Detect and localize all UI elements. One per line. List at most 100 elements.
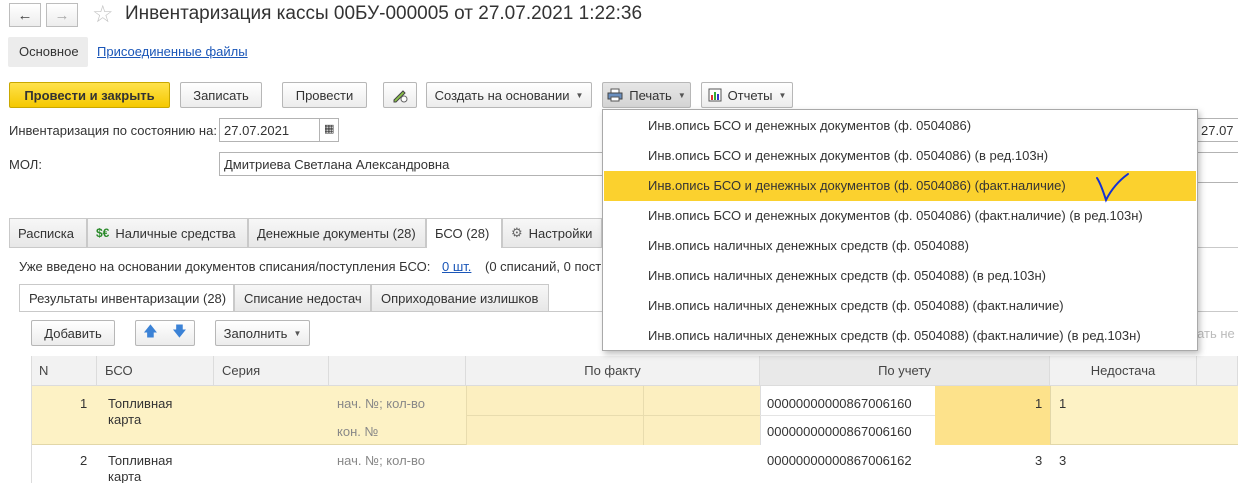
chevron-down-icon: ▼: [677, 90, 686, 100]
create-based-on-button[interactable]: Создать на основании ▼: [426, 82, 592, 108]
post-and-close-button[interactable]: Провести и закрыть: [9, 82, 170, 108]
fill-button[interactable]: Заполнить ▼: [215, 320, 310, 346]
col-empty-header: [329, 356, 466, 386]
tab-receipt-label: Расписка: [18, 225, 74, 241]
row-number: 1: [80, 396, 88, 411]
chevron-down-icon: ▼: [778, 90, 787, 100]
subtab-results[interactable]: Результаты инвентаризации (28): [19, 284, 234, 311]
tab-receipt[interactable]: Расписка: [9, 218, 87, 247]
account-qty-cell[interactable]: [935, 386, 1050, 445]
arrow-down-icon[interactable]: 🡇: [172, 321, 186, 345]
window-title: Инвентаризация кассы 00БУ-000005 от 27.0…: [125, 3, 643, 24]
back-button[interactable]: ←: [9, 3, 41, 27]
calendar-icon: ▦: [324, 123, 335, 135]
tab-money-documents[interactable]: Денежные документы (28): [248, 218, 426, 247]
printer-icon: [607, 88, 623, 102]
arrow-up-icon[interactable]: 🡅: [143, 321, 157, 345]
info-rest: (0 списаний, 0 пост: [485, 259, 602, 274]
account-start-number: 00000000000867006162: [767, 453, 912, 468]
print-menu-item[interactable]: Инв.опись БСО и денежных документов (ф. …: [604, 141, 1196, 171]
print-menu-item[interactable]: Инв.опись БСО и денежных документов (ф. …: [604, 201, 1196, 231]
tab-settings[interactable]: ⚙ Настройки: [502, 218, 602, 247]
col-shortage-header[interactable]: Недостача: [1050, 356, 1197, 386]
inventory-date-input[interactable]: 27.07.2021: [219, 118, 320, 142]
print-menu-item[interactable]: Инв.опись наличных денежных средств (ф. …: [604, 231, 1196, 261]
row-bso-line2: карта: [108, 412, 142, 427]
post-button[interactable]: Провести: [282, 82, 367, 108]
account-divider: [760, 415, 935, 416]
forward-arrow-icon: →: [54, 6, 70, 24]
table-left-border: [31, 356, 32, 483]
reports-button[interactable]: Отчеты ▼: [701, 82, 793, 108]
edit-pencil-button[interactable]: [383, 82, 417, 108]
col-n-header[interactable]: N: [31, 356, 97, 386]
subtab-shortage-label: Списание недостач: [244, 290, 362, 306]
nav-tab-main[interactable]: Основное: [8, 37, 88, 67]
nav-tab-files[interactable]: Присоединенные файлы: [97, 44, 248, 59]
forward-button[interactable]: →: [46, 3, 78, 27]
print-label: Печать: [629, 87, 672, 103]
col-account-header[interactable]: По учету: [760, 356, 1050, 386]
col-series-header[interactable]: Серия: [214, 356, 329, 386]
tab-cash[interactable]: $€ Наличные средства: [87, 218, 248, 247]
subtab-shortage[interactable]: Списание недостач: [234, 284, 371, 311]
chevron-down-icon: ▼: [293, 328, 302, 338]
add-button[interactable]: Добавить: [31, 320, 115, 346]
pencil-edit-icon: [393, 90, 408, 103]
reports-label: Отчеты: [727, 87, 773, 103]
row-bso-line2: карта: [108, 469, 142, 483]
shortage-divider: [1050, 386, 1051, 445]
cash-money-icon: $€: [96, 226, 110, 240]
right-date-input[interactable]: 27.07: [1196, 118, 1238, 142]
post-label: Провести: [295, 87, 354, 103]
create-based-on-label: Создать на основании: [434, 87, 570, 103]
move-buttons[interactable]: 🡅 🡇: [135, 320, 195, 346]
col-fact-header[interactable]: По факту: [466, 356, 760, 386]
print-menu-item[interactable]: Инв.опись БСО и денежных документов (ф. …: [604, 111, 1196, 141]
save-button[interactable]: Записать: [180, 82, 262, 108]
account-quantity: 3: [1035, 453, 1043, 468]
right-field-edge: [1196, 152, 1238, 176]
checkmark-annotation-icon: [1096, 173, 1129, 203]
post-and-close-label: Провести и закрыть: [24, 87, 155, 103]
fact-divider: [466, 415, 760, 416]
mol-label: МОЛ:: [9, 157, 42, 172]
subtab-surplus[interactable]: Оприходование излишков: [371, 284, 549, 311]
tab-settings-label: Настройки: [528, 225, 593, 241]
row-number: 2: [80, 453, 88, 468]
chevron-down-icon: ▼: [575, 90, 584, 100]
account-start-number: 00000000000867006160: [767, 396, 912, 411]
save-label: Записать: [193, 87, 249, 103]
account-quantity: 1: [1035, 396, 1043, 411]
fact-divider-v: [643, 386, 644, 445]
add-label: Добавить: [44, 325, 102, 341]
row-start-label: нач. №; кол-во: [337, 453, 425, 468]
tab-cash-label: Наличные средства: [115, 225, 236, 241]
table-row[interactable]: [31, 445, 1238, 483]
back-arrow-icon: ←: [17, 6, 33, 24]
shortage-value: 3: [1059, 453, 1067, 468]
calendar-button[interactable]: ▦: [319, 118, 339, 142]
row-start-label: нач. №; кол-во: [337, 396, 425, 411]
tab-bso[interactable]: БСО (28): [426, 218, 502, 248]
row-end-label: кон. №: [337, 424, 379, 439]
row-bso-line1: Топливная: [108, 453, 173, 468]
report-chart-icon: [708, 88, 722, 102]
print-menu-item[interactable]: Инв.опись наличных денежных средств (ф. …: [604, 261, 1196, 291]
subtab-results-label: Результаты инвентаризации (28): [29, 290, 227, 306]
print-menu-item[interactable]: Инв.опись наличных денежных средств (ф. …: [604, 321, 1196, 351]
inventory-date-label: Инвентаризация по состоянию на:: [9, 123, 217, 138]
mol-input[interactable]: Дмитриева Светлана Александровна: [219, 152, 605, 176]
account-end-number: 00000000000867006160: [767, 424, 912, 439]
print-menu-item[interactable]: Инв.опись наличных денежных средств (ф. …: [604, 291, 1196, 321]
info-count-link[interactable]: 0 шт.: [442, 259, 471, 274]
row-bso-line1: Топливная: [108, 396, 173, 411]
print-button[interactable]: Печать ▼: [602, 82, 691, 108]
favorite-star-icon[interactable]: ☆: [92, 0, 114, 29]
col-extra-header: [1197, 356, 1238, 386]
col-bso-header[interactable]: БСО: [97, 356, 214, 386]
right-field-edge-2: [1196, 182, 1238, 206]
tab-money-documents-label: Денежные документы (28): [257, 225, 416, 241]
print-menu: Инв.опись БСО и денежных документов (ф. …: [602, 109, 1198, 351]
fill-label: Заполнить: [223, 325, 288, 341]
